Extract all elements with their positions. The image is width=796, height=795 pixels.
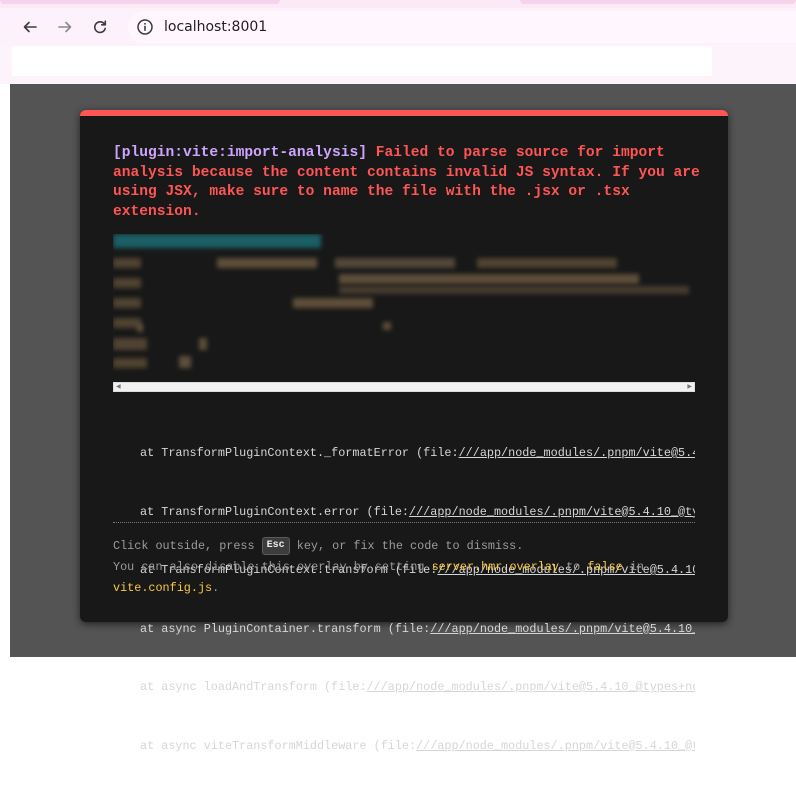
reload-icon — [94, 20, 107, 34]
stack-line: at async PluginContainer.transform (file… — [140, 620, 695, 640]
stack-line: at TransformPluginContext._formatError (… — [140, 444, 695, 464]
divider — [113, 522, 695, 523]
error-overlay: [plugin:vite:import-analysis] Failed to … — [80, 110, 728, 753]
stack-line: at async viteTransformMiddleware (file:/… — [140, 737, 695, 757]
code-blur — [477, 258, 617, 268]
bookmarks-area — [12, 46, 712, 76]
url-text: localhost:8001 — [164, 19, 268, 35]
code-blur — [113, 338, 147, 350]
page-backdrop[interactable]: [plugin:vite:import-analysis] Failed to … — [10, 84, 796, 753]
browser-toolbar: localhost:8001 — [0, 8, 796, 46]
bookmarks-bar — [0, 46, 796, 84]
arrow-left-icon — [23, 21, 37, 33]
code-frame — [113, 234, 695, 384]
plugin-name: [plugin:vite:import-analysis] — [113, 145, 367, 161]
code-blur — [217, 258, 317, 268]
setting-value: false — [587, 560, 623, 574]
stack-file-link[interactable]: ///app/node_modules/.pnpm/vite@5.4.10_@t… — [367, 680, 695, 694]
code-blur — [339, 274, 639, 284]
info-icon[interactable] — [136, 18, 154, 36]
stack-line: at TransformPluginContext.error (file://… — [140, 503, 695, 523]
stack-file-link[interactable]: ///app/node_modules/.pnpm/vite@5.4 — [459, 446, 695, 460]
esc-key: Esc — [261, 536, 290, 555]
stack-file-link[interactable]: ///app/node_modules/.pnpm/vite@5.4.10_@t… — [409, 505, 695, 519]
error-message: [plugin:vite:import-analysis] Failed to … — [113, 144, 703, 222]
code-blur — [137, 324, 143, 332]
stack-line: at async loadAndTransform (file:///app/n… — [140, 678, 695, 698]
forward-button[interactable] — [53, 16, 77, 38]
stack-trace: at TransformPluginContext._formatError (… — [140, 405, 695, 795]
stack-file-link[interactable]: ///app/node_modules/.pnpm/vite@5.4.10_ — [430, 622, 695, 636]
code-highlight-line — [113, 234, 321, 248]
dismiss-tip: Click outside, press Esc key, or fix the… — [113, 536, 703, 599]
arrow-right-icon — [58, 21, 72, 33]
code-blur — [335, 258, 455, 268]
code-blur — [113, 298, 141, 308]
reload-button[interactable] — [88, 16, 112, 38]
code-blur — [339, 286, 689, 294]
back-button[interactable] — [18, 16, 42, 38]
stack-file-link[interactable]: ///app/node_modules/.pnpm/vite@5.4.10_@t — [416, 739, 695, 753]
inactive-tab[interactable] — [520, 0, 796, 4]
active-tab[interactable] — [0, 0, 280, 4]
scroll-left-icon[interactable]: ◀ — [116, 383, 121, 391]
code-blur — [179, 356, 191, 368]
code-blur — [113, 358, 147, 368]
config-file: vite.config.js — [113, 581, 213, 595]
overlay-setting: server.hmr.overlay — [431, 560, 560, 574]
tab-strip — [0, 0, 796, 8]
horizontal-scrollbar[interactable]: ◀ ▶ — [113, 382, 695, 392]
code-blur — [383, 322, 391, 330]
address-bar[interactable]: localhost:8001 — [128, 11, 796, 43]
scroll-right-icon[interactable]: ▶ — [687, 383, 692, 391]
code-blur — [113, 258, 141, 268]
code-blur — [199, 338, 207, 350]
code-blur — [293, 298, 373, 308]
code-blur — [113, 278, 141, 288]
